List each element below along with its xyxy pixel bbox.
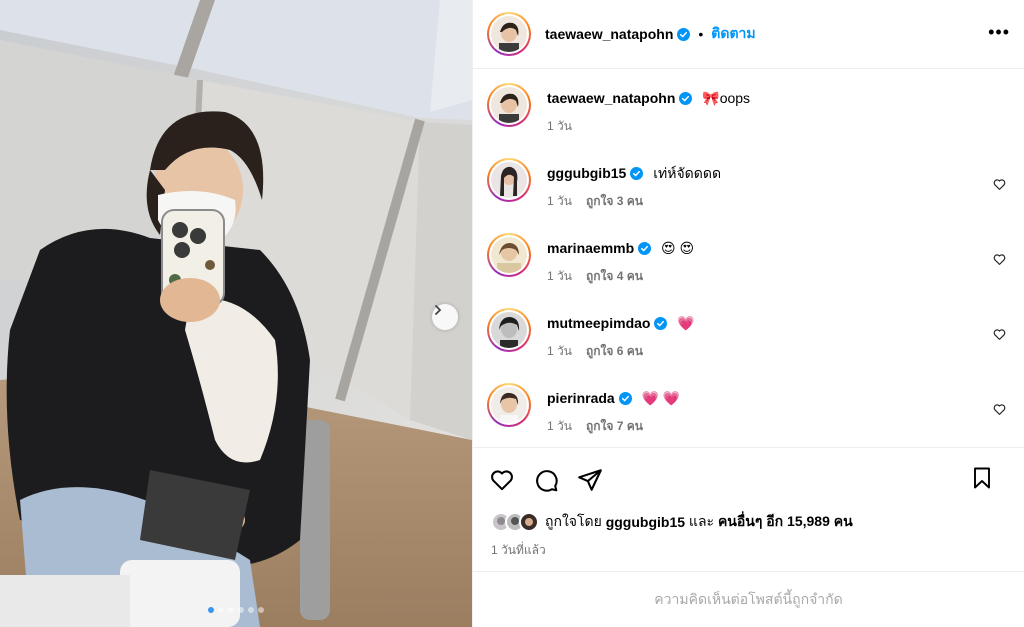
- comment-likes[interactable]: ถูกใจ 4 คน: [586, 269, 643, 283]
- save-button[interactable]: [970, 466, 994, 490]
- comment-item: mutmeepimdao 💗 1 วัน ถูกใจ 6 คน: [487, 294, 1010, 369]
- comment-item: pierinrada 💗 💗 1 วัน ถูกใจ 7 คน: [487, 369, 1010, 444]
- caption: taewaew_natapohn 🎀oops 1 วัน: [487, 69, 1010, 144]
- post-header: taewaew_natapohn • ติดตาม •••: [473, 0, 1024, 69]
- comment-time: 1 วัน: [547, 269, 572, 283]
- instagram-post: taewaew_natapohn • ติดตาม ••• taewaew_na…: [0, 0, 1024, 627]
- verified-badge-icon: [677, 27, 691, 41]
- carousel-next-button[interactable]: [432, 304, 458, 330]
- caption-text: oops: [719, 90, 751, 106]
- comments-list: taewaew_natapohn 🎀oops 1 วัน gggubgib15: [473, 69, 1024, 447]
- caption-avatar[interactable]: [487, 83, 531, 127]
- verified-badge-icon: [618, 392, 632, 405]
- comment-username[interactable]: mutmeepimdao: [547, 315, 650, 331]
- verified-badge-icon: [679, 92, 693, 105]
- liker-avatar: [519, 512, 539, 532]
- carousel-dot: [208, 607, 214, 613]
- liked-by-user[interactable]: gggubgib15: [606, 514, 685, 530]
- liked-by-and: และ: [688, 513, 715, 529]
- share-icon: [578, 468, 602, 491]
- caption-emoji: 🎀: [702, 90, 720, 106]
- commenter-avatar[interactable]: [487, 233, 531, 277]
- commenter-avatar[interactable]: [487, 158, 531, 202]
- comment-text: 💗: [677, 315, 695, 331]
- comment-item: gggubgib15 เท่ห์จัดดดด 1 วัน ถูกใจ 3 คน: [487, 144, 1010, 219]
- author-username[interactable]: taewaew_natapohn: [545, 26, 673, 42]
- carousel-dot: [258, 607, 264, 613]
- comment-like-heart-icon[interactable]: [993, 178, 1006, 191]
- carousel-dot: [238, 607, 244, 613]
- comment-like-heart-icon[interactable]: [993, 253, 1006, 266]
- comment-username[interactable]: gggubgib15: [547, 165, 626, 181]
- post-action-bar: [473, 447, 1024, 511]
- caption-time: 1 วัน: [547, 119, 572, 133]
- comments-limited-notice: ความคิดเห็นต่อโพสต์นี้ถูกจำกัด: [473, 571, 1024, 627]
- heart-icon: [491, 469, 513, 490]
- post-timestamp[interactable]: 1 วันที่แล้ว: [473, 533, 1024, 560]
- selfie-photo: [0, 0, 472, 627]
- comment-likes[interactable]: ถูกใจ 7 คน: [586, 419, 643, 433]
- comment-likes[interactable]: ถูกใจ 3 คน: [586, 194, 643, 208]
- like-button[interactable]: [489, 467, 515, 493]
- likes-summary: ถูกใจโดย gggubgib15 และ คนอื่นๆ อีก 15,9…: [473, 511, 1024, 533]
- bookmark-icon: [974, 467, 990, 489]
- caption-username[interactable]: taewaew_natapohn: [547, 90, 675, 106]
- post-photo[interactable]: [0, 0, 472, 627]
- liked-by-prefix: ถูกใจโดย: [545, 513, 602, 529]
- comment-text: 😍 😍: [661, 240, 695, 256]
- carousel-dot: [218, 607, 224, 613]
- comment-username[interactable]: marinaemmb: [547, 240, 634, 256]
- liker-avatars: [491, 512, 539, 532]
- liked-by-others[interactable]: คนอื่นๆ อีก 15,989 คน: [718, 511, 853, 533]
- comment-text: เท่ห์จัดดดด: [653, 165, 722, 181]
- comment-text: 💗 💗: [641, 390, 681, 406]
- comment-button[interactable]: [533, 467, 559, 493]
- comment-like-heart-icon[interactable]: [993, 328, 1006, 341]
- comment-time: 1 วัน: [547, 419, 572, 433]
- carousel-dot: [228, 607, 234, 613]
- commenter-avatar[interactable]: [487, 308, 531, 352]
- chevron-right-icon: [435, 305, 442, 315]
- post-details-panel: taewaew_natapohn • ติดตาม ••• taewaew_na…: [472, 0, 1024, 627]
- more-icon[interactable]: •••: [988, 23, 1010, 41]
- comment-username[interactable]: pierinrada: [547, 390, 615, 406]
- carousel-dot: [248, 607, 254, 613]
- author-avatar[interactable]: [487, 12, 531, 56]
- follow-button[interactable]: ติดตาม: [711, 23, 755, 45]
- commenter-avatar[interactable]: [487, 383, 531, 427]
- share-button[interactable]: [577, 467, 603, 493]
- comment-icon: [536, 469, 558, 492]
- carousel-indicator: [0, 607, 472, 613]
- comment-time: 1 วัน: [547, 344, 572, 358]
- comment-likes[interactable]: ถูกใจ 6 คน: [586, 344, 643, 358]
- comment-time: 1 วัน: [547, 194, 572, 208]
- verified-badge-icon: [654, 317, 668, 330]
- verified-badge-icon: [630, 167, 644, 180]
- separator-dot: •: [698, 26, 704, 42]
- comment-like-heart-icon[interactable]: [993, 403, 1006, 416]
- comment-item: marinaemmb 😍 😍 1 วัน ถูกใจ 4 คน: [487, 219, 1010, 294]
- verified-badge-icon: [638, 242, 652, 255]
